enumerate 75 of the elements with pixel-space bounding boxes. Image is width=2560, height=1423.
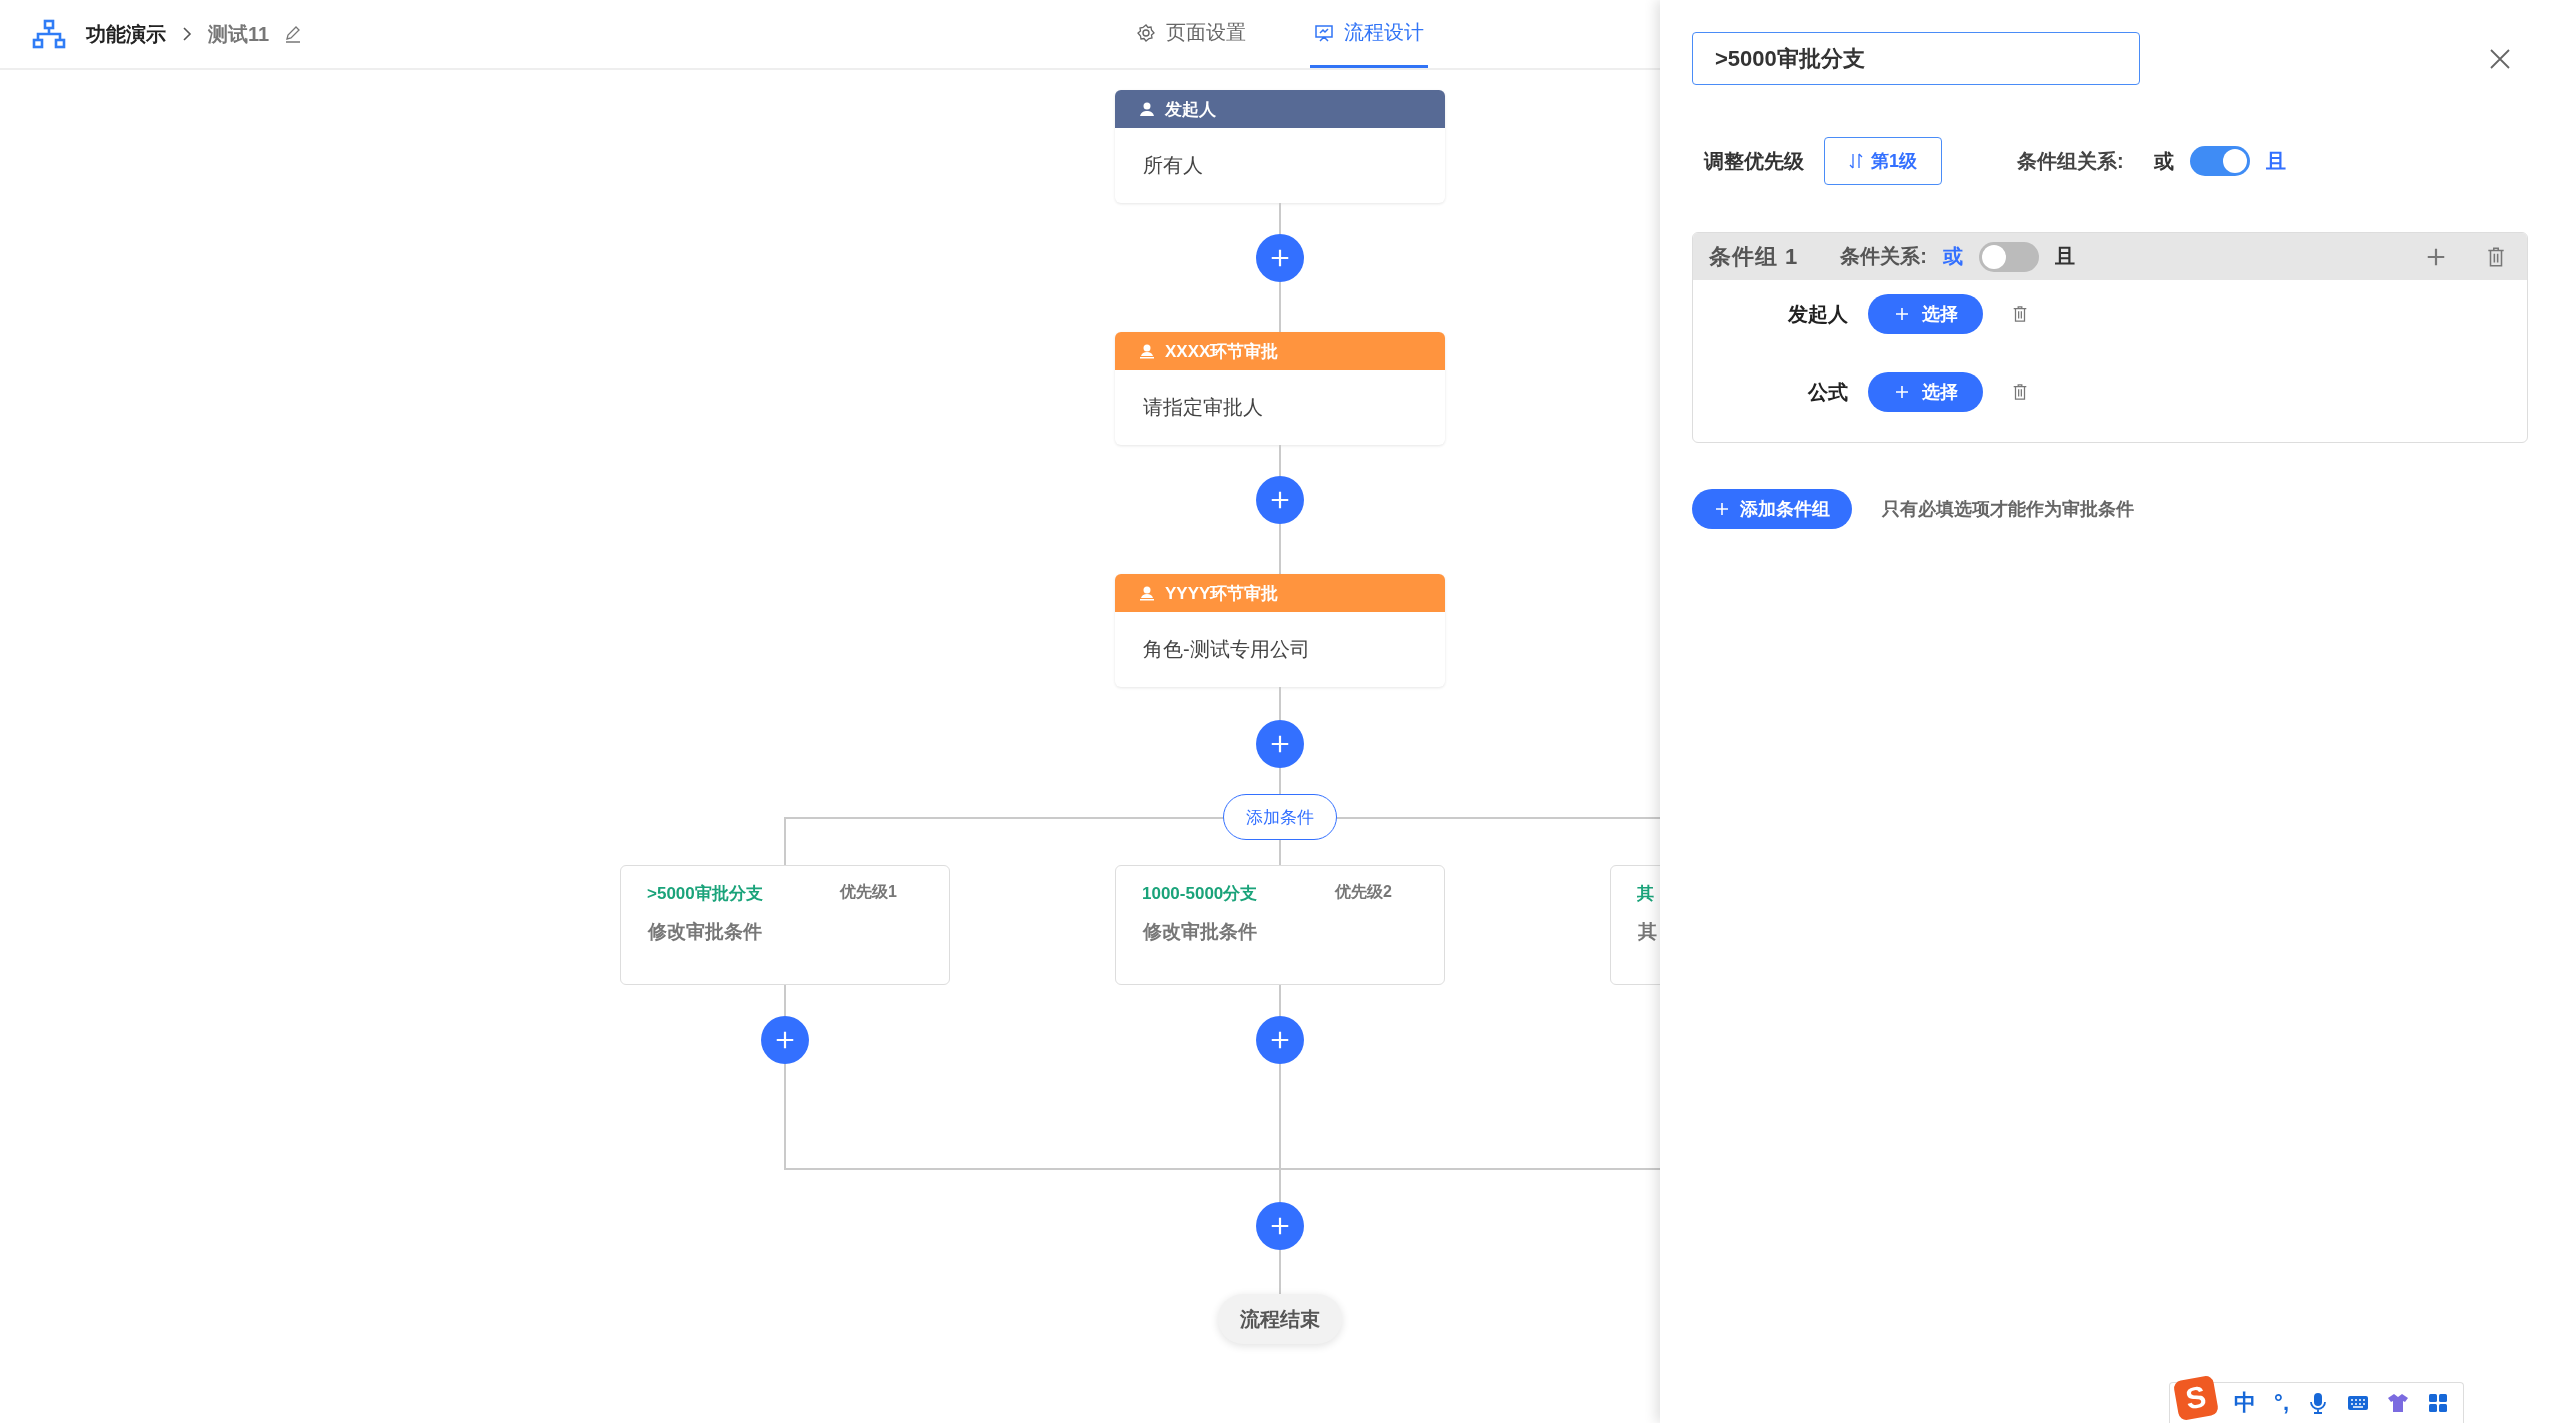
plus-icon [1269, 1215, 1291, 1237]
person-icon [1139, 585, 1155, 601]
person-icon [1139, 343, 1155, 359]
group-title: 条件组 1 [1709, 242, 1799, 271]
priority-label: 调整优先级 [1704, 148, 1804, 174]
branch-card[interactable]: >5000审批分支 优先级1 修改审批条件 [620, 865, 950, 985]
select-button[interactable]: 选择 [1868, 294, 1983, 334]
node-content: 角色-测试专用公司 [1143, 637, 1310, 662]
plus-icon [1269, 247, 1291, 269]
node-title: YYYY环节审批 [1165, 582, 1279, 605]
branch-condition: 其 [1637, 920, 1658, 944]
branch-name: >5000审批分支 [647, 883, 763, 905]
or-label: 或 [1943, 244, 1964, 269]
tab[interactable]: 流程设计 [1310, 0, 1428, 68]
chart-board-icon [1314, 22, 1334, 43]
person-icon [1139, 101, 1155, 117]
node-title: 发起人 [1165, 98, 1216, 121]
flow-node[interactable]: 发起人 所有人 [1115, 90, 1445, 203]
add-node-button[interactable] [1256, 234, 1304, 282]
plus-icon [1269, 489, 1291, 511]
branch-condition: 修改审批条件 [1142, 920, 1258, 944]
org-chart-icon [32, 19, 66, 49]
branch-name: 其 [1637, 883, 1654, 905]
node-content: 请指定审批人 [1143, 395, 1263, 420]
flow-node[interactable]: XXXX环节审批 请指定审批人 [1115, 332, 1445, 445]
close-icon[interactable] [2488, 46, 2512, 71]
node-content: 所有人 [1143, 153, 1203, 178]
chevron-icon [180, 27, 194, 41]
and-label: 且 [2265, 148, 2286, 174]
plus-icon [1269, 1029, 1291, 1051]
condition-relation-label: 条件关系: [1840, 244, 1928, 269]
input-mode[interactable]: 中 [2234, 1388, 2257, 1418]
add-node-button[interactable] [1256, 1016, 1304, 1064]
sort-icon [1849, 153, 1863, 169]
gear-icon [1136, 22, 1156, 43]
add-node-button[interactable] [1256, 720, 1304, 768]
page-name: 测试11 [208, 21, 270, 47]
select-button[interactable]: 选择 [1868, 372, 1983, 412]
tab[interactable]: 页面设置 [1132, 0, 1250, 68]
plus-icon [774, 1029, 796, 1051]
group-relation-label: 条件组关系: [2017, 148, 2124, 174]
add-node-button[interactable] [1256, 476, 1304, 524]
flow-node[interactable]: YYYY环节审批 角色-测试专用公司 [1115, 574, 1445, 687]
toggle-switch[interactable] [1979, 241, 2040, 272]
app-title[interactable]: 功能演示 [86, 20, 166, 48]
end-node: 流程结束 [1218, 1294, 1342, 1344]
grid-icon[interactable] [2427, 1392, 2449, 1414]
add-condition-button[interactable]: 添加条件 [1223, 794, 1337, 840]
branch-condition: 修改审批条件 [647, 920, 763, 944]
branch-name: 1000-5000分支 [1142, 883, 1258, 905]
plus-icon [1893, 306, 1910, 322]
add-group-button[interactable]: 添加条件组 [1692, 489, 1852, 529]
branch-card[interactable]: 1000-5000分支 优先级2 修改审批条件 [1115, 865, 1445, 985]
trash-icon[interactable] [2011, 305, 2029, 323]
plus-icon [1893, 384, 1910, 400]
punctuation-mode[interactable]: °, [2274, 1390, 2289, 1416]
add-node-button[interactable] [1256, 1202, 1304, 1250]
or-label: 或 [2153, 148, 2174, 174]
trash-icon[interactable] [2011, 383, 2029, 401]
add-node-button[interactable] [761, 1016, 809, 1064]
node-title: XXXX环节审批 [1165, 340, 1279, 363]
trash-icon[interactable] [2485, 245, 2507, 268]
hint-text: 只有必填选项才能作为审批条件 [1882, 498, 2134, 521]
branch-priority: 优先级2 [1335, 882, 1392, 902]
plus-icon [1714, 501, 1730, 517]
plus-icon [1269, 733, 1291, 755]
and-label: 且 [2055, 244, 2076, 269]
microphone-icon[interactable] [2307, 1392, 2329, 1414]
shirt-icon[interactable] [2387, 1392, 2409, 1414]
toggle-switch[interactable] [2189, 146, 2250, 176]
condition-label: 发起人 [1787, 301, 1848, 327]
branch-name-field[interactable]: >5000审批分支 [1692, 32, 2140, 85]
branch-priority: 优先级1 [840, 882, 897, 902]
priority-button[interactable]: 第1级 [1824, 137, 1942, 185]
condition-label: 公式 [1806, 379, 1848, 405]
